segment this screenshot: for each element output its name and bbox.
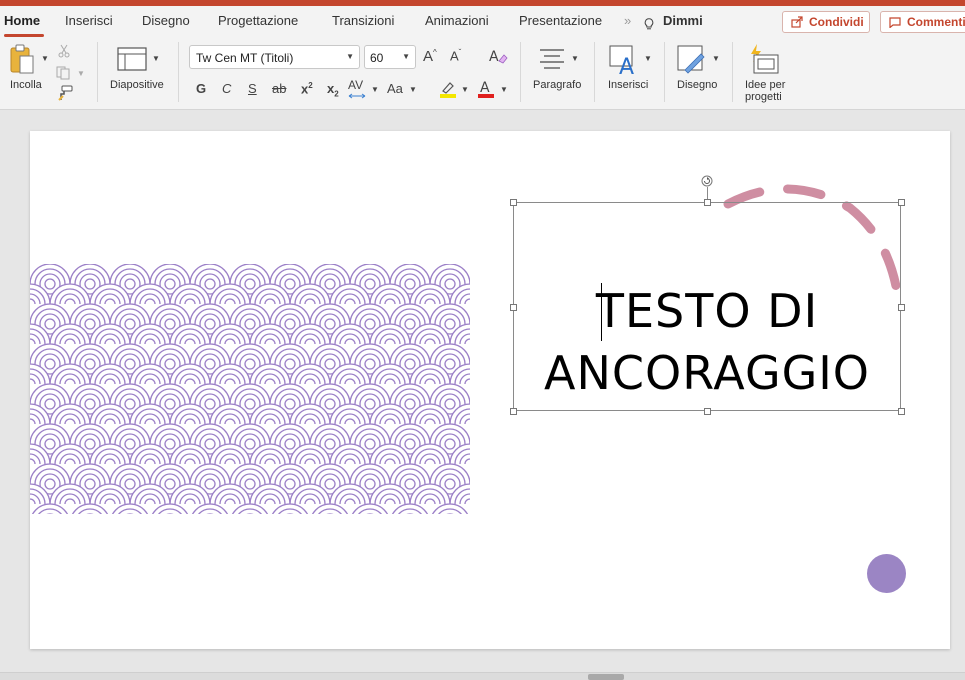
strikethrough-button[interactable]: ab	[272, 81, 286, 96]
resize-handle-sw[interactable]	[510, 408, 517, 415]
tell-me-box[interactable]: Dimmi	[663, 13, 703, 28]
rotate-handle-icon[interactable]	[701, 175, 713, 187]
slide-layout-icon[interactable]	[117, 47, 147, 71]
text-box-icon[interactable]: A	[609, 44, 641, 76]
superscript-button[interactable]: x2	[301, 81, 313, 96]
clipboard-icon[interactable]	[9, 44, 35, 76]
grow-font-icon[interactable]: A^	[423, 48, 437, 65]
clear-formatting-icon[interactable]: A	[488, 47, 508, 65]
seigaiha-pattern-image[interactable]	[30, 264, 470, 514]
cut-icon[interactable]	[58, 44, 70, 58]
tab-layout[interactable]: Progettazione	[218, 13, 298, 28]
font-family-value: Tw Cen MT (Titoli)	[196, 51, 294, 65]
font-family-select[interactable]: Tw Cen MT (Titoli) ▼	[189, 45, 360, 69]
bold-button[interactable]: G	[196, 81, 206, 96]
comments-button[interactable]: Commenti	[880, 11, 965, 33]
chevron-down-icon: ▼	[346, 52, 354, 61]
group-separator	[732, 42, 733, 102]
ribbon-tabs: Home Inserisci Disegno Progettazione Tra…	[0, 6, 965, 38]
group-separator	[178, 42, 179, 102]
case-chevron-icon[interactable]: ▼	[409, 85, 417, 94]
group-separator	[97, 42, 98, 102]
insert-label: Inserisci	[608, 79, 649, 91]
group-separator	[664, 42, 665, 102]
paste-chevron-icon[interactable]: ▼	[41, 54, 49, 63]
shapes-icon[interactable]	[677, 44, 709, 76]
designer-label-2: progetti	[745, 91, 782, 103]
tab-insert[interactable]: Inserisci	[65, 13, 113, 28]
svg-text:A: A	[619, 55, 634, 76]
copy-chevron-icon[interactable]: ▼	[77, 69, 85, 78]
subscript-button[interactable]: x2	[327, 81, 339, 99]
resize-handle-nw[interactable]	[510, 199, 517, 206]
text-cursor	[601, 283, 602, 341]
copy-icon[interactable]	[56, 66, 72, 80]
lightbulb-icon	[644, 18, 654, 30]
share-label: Condividi	[809, 15, 864, 29]
tab-animations[interactable]: Animazioni	[425, 13, 489, 28]
group-separator	[520, 42, 521, 102]
drawing-label: Disegno	[677, 79, 718, 91]
paragraph-label: Paragrafo	[533, 79, 582, 91]
title-line-2: ANCORAGGIO	[543, 346, 871, 400]
spacing-chevron-icon[interactable]: ▼	[371, 85, 379, 94]
spacing-arrows-icon	[348, 93, 366, 99]
comment-icon	[889, 17, 901, 28]
slide-title-text[interactable]: TESTO DI ANCORAGGIO	[513, 280, 901, 404]
format-painter-icon[interactable]	[57, 85, 73, 101]
paragraph-chevron-icon[interactable]: ▼	[571, 54, 579, 63]
more-tabs-icon[interactable]: »	[624, 13, 631, 28]
svg-text:A: A	[480, 80, 490, 96]
active-tab-indicator	[4, 34, 44, 37]
resize-handle-s[interactable]	[704, 408, 711, 415]
tab-design[interactable]: Disegno	[142, 13, 190, 28]
comments-label: Commenti	[907, 15, 965, 29]
highlighter-icon[interactable]	[439, 80, 457, 98]
tab-home[interactable]: Home	[4, 13, 40, 28]
drawing-chevron-icon[interactable]: ▼	[712, 54, 720, 63]
character-spacing-button[interactable]: AV	[348, 78, 363, 92]
spacing-label: AV	[348, 78, 364, 92]
horizontal-scrollbar[interactable]	[0, 672, 965, 680]
paste-label: Incolla	[10, 79, 42, 91]
resize-handle-n[interactable]	[704, 199, 711, 206]
slides-label: Diapositive	[110, 79, 164, 91]
italic-button[interactable]: C	[222, 81, 231, 96]
title-line-1: TESTO DI	[595, 284, 819, 338]
ribbon-toolbar: ▼ Incolla ▼ ▼ Diapositive Tw Cen MT (Tit…	[0, 38, 965, 110]
font-color-icon[interactable]: A	[477, 79, 495, 98]
font-size-select[interactable]: 60 ▼	[364, 45, 416, 69]
purple-circle-shape[interactable]	[867, 554, 906, 593]
group-separator	[594, 42, 595, 102]
underline-button[interactable]: S	[248, 81, 257, 96]
svg-text:A: A	[489, 49, 499, 65]
tab-slideshow[interactable]: Presentazione	[519, 13, 602, 28]
designer-label-1: Idee per	[745, 79, 786, 91]
chevron-down-icon: ▼	[402, 52, 410, 61]
change-case-button[interactable]: Aa	[387, 81, 403, 96]
resize-handle-ne[interactable]	[898, 199, 905, 206]
slides-chevron-icon[interactable]: ▼	[152, 54, 160, 63]
paragraph-icon[interactable]	[538, 48, 566, 70]
highlight-chevron-icon[interactable]: ▼	[461, 85, 469, 94]
share-button[interactable]: Condividi	[782, 11, 870, 33]
resize-handle-se[interactable]	[898, 408, 905, 415]
shrink-font-icon[interactable]: Aˇ	[450, 48, 461, 63]
designer-icon[interactable]	[748, 43, 780, 75]
share-icon	[791, 16, 803, 28]
tab-transitions[interactable]: Transizioni	[332, 13, 394, 28]
scrollbar-thumb[interactable]	[588, 674, 624, 680]
font-size-value: 60	[370, 51, 384, 65]
font-color-chevron-icon[interactable]: ▼	[500, 85, 508, 94]
insert-chevron-icon[interactable]: ▼	[644, 54, 652, 63]
